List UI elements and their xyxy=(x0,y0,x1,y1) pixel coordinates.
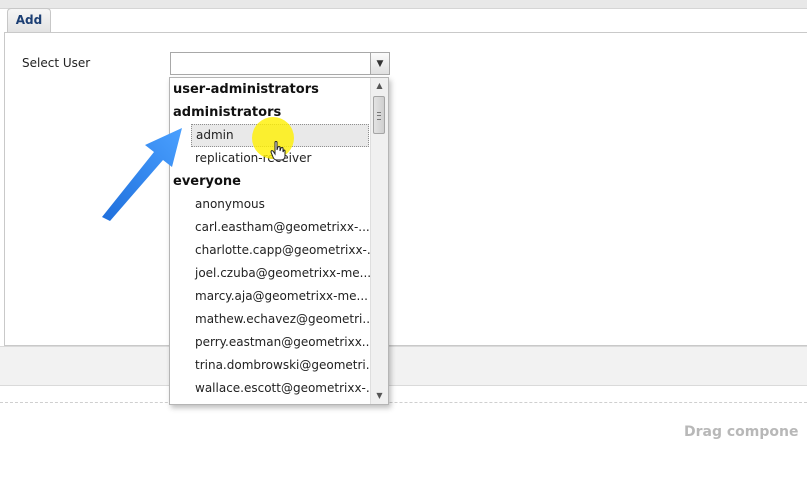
drop-zone-text: Drag compone xyxy=(684,424,799,440)
select-user-label: Select User xyxy=(22,56,91,70)
list-item[interactable]: trina.dombrowski@geometri... xyxy=(170,354,370,377)
blue-arrow-icon xyxy=(102,128,182,221)
tab-add[interactable]: Add xyxy=(7,8,51,32)
select-user-combobox[interactable]: ▼ xyxy=(170,52,390,75)
group-user-administrators: user-administrators xyxy=(173,82,319,97)
list-item[interactable]: joel.czuba@geometrixx-me... xyxy=(170,262,370,285)
combo-trigger-button[interactable]: ▼ xyxy=(370,52,390,75)
list-item[interactable]: charlotte.capp@geometrixx-... xyxy=(170,239,370,262)
hand-cursor-icon xyxy=(270,141,286,161)
list-item[interactable]: mathew.echavez@geometri... xyxy=(170,308,370,331)
list-item[interactable]: perry.eastman@geometrixx... xyxy=(170,331,370,354)
scroll-up-icon[interactable]: ▲ xyxy=(371,78,388,94)
scroll-down-icon[interactable]: ▼ xyxy=(371,388,388,404)
chevron-down-icon: ▼ xyxy=(376,58,384,69)
list-item[interactable]: carl.eastham@geometrixx-... xyxy=(170,216,370,239)
top-toolbar-band xyxy=(0,0,807,9)
drop-zone-border xyxy=(0,402,807,403)
list-item[interactable]: wallace.escott@geometrixx-... xyxy=(170,377,370,400)
group-everyone: everyone xyxy=(173,174,241,189)
list-item[interactable]: anonymous xyxy=(170,193,370,216)
list-item[interactable]: marcy.aja@geometrixx-me... xyxy=(170,285,370,308)
dialog-footer xyxy=(0,346,807,386)
dropdown-scrollbar[interactable]: ▲ ▼ xyxy=(370,78,388,404)
grip-icon xyxy=(377,112,381,120)
select-user-input[interactable] xyxy=(170,52,371,75)
scrollbar-thumb[interactable] xyxy=(373,96,385,134)
